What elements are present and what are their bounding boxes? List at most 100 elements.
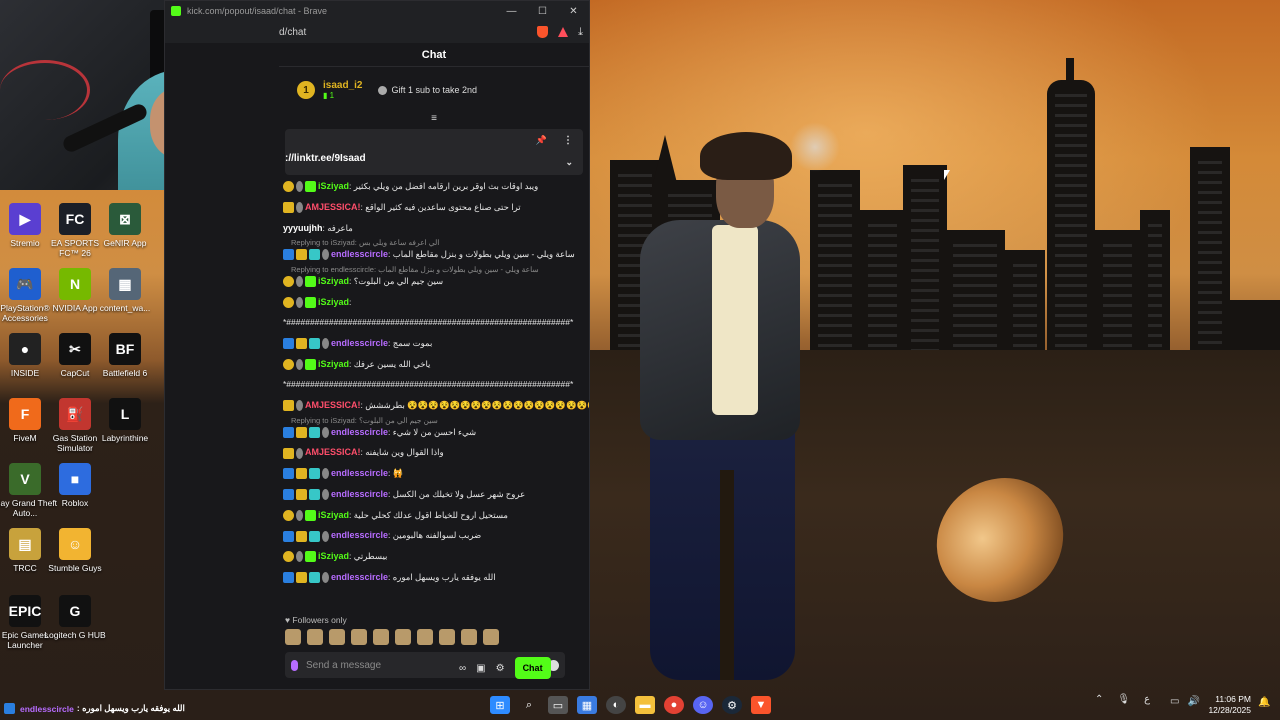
notification-icon[interactable]: 🔔 <box>1258 697 1270 708</box>
address-bar[interactable]: d/chat ⤓ <box>165 21 589 43</box>
search-icon[interactable]: ⌕ <box>519 696 539 714</box>
emote[interactable] <box>329 629 345 645</box>
chat-username[interactable]: yyyuujhh <box>283 223 323 233</box>
emote[interactable] <box>395 629 411 645</box>
chat-message[interactable]: endlesscircle: شيء احسن من لا شيء <box>283 427 589 438</box>
chat-message[interactable]: iSziyad: ياخي الله يسين عرفك <box>283 359 589 370</box>
gear-badge-icon <box>296 181 303 193</box>
file-explorer-icon[interactable]: ▬ <box>635 696 655 714</box>
chat-username[interactable]: endlesscircle <box>331 249 388 259</box>
chat-message[interactable]: endlesscircle: ضربب لسوالفنه هالبومين <box>283 530 589 542</box>
emote[interactable] <box>351 629 367 645</box>
chat-message[interactable]: endlesscircle: عروح شهر عسل ولا تخيلك من… <box>283 489 589 500</box>
infinity-icon[interactable]: ∞ <box>459 663 466 674</box>
microphone-tray-icon[interactable]: 🎙 <box>1117 694 1130 705</box>
chat-message[interactable]: endlesscircle: 🙀 <box>283 468 589 480</box>
chat-message[interactable]: yyyuujhh: ماعرفه <box>283 223 589 234</box>
network-volume-group[interactable]: ▭ 🔊 <box>1170 696 1200 707</box>
chat-message[interactable]: AMJESSICA!: بطرششش 😵😵😵😵😵😵😵😵😵😵😵😵😵😵😵😵😵😵 <box>283 400 589 411</box>
chat-username[interactable]: endlesscircle <box>331 530 388 540</box>
pinned-message[interactable]: 📌 ⋮ ://linktr.ee/9Isaad ⌄ <box>285 129 583 175</box>
send-chat-button[interactable]: Chat <box>514 657 551 679</box>
url-text[interactable]: d/chat <box>279 27 306 38</box>
volume-icon[interactable]: 🔊 <box>1187 696 1199 707</box>
chat-username[interactable]: endlesscircle <box>331 427 388 437</box>
chat-username[interactable]: iSziyad <box>318 510 349 520</box>
emote[interactable] <box>417 629 433 645</box>
desktop-icon[interactable]: ▦ content_wa... <box>91 268 159 313</box>
download-icon[interactable]: ⤓ <box>578 26 583 39</box>
store-icon[interactable]: ▣ <box>476 663 485 674</box>
leader-name[interactable]: isaad_i2 <box>323 80 362 91</box>
desktop-icon[interactable]: ⊠ GeNIR App <box>91 203 159 248</box>
chat-username[interactable]: iSziyad <box>318 276 349 286</box>
reply-context[interactable]: Replying to iSziyad: الي اعرفه ساعة ويلي… <box>291 238 589 247</box>
pin-icon[interactable]: 📌 <box>536 135 547 146</box>
app-icon: FC <box>59 203 91 235</box>
system-clock[interactable]: 11:06 PM 12/28/2025 <box>1205 694 1251 716</box>
chat-message[interactable]: endlesscircle: بموت سمج <box>283 338 589 349</box>
brave-icon[interactable]: ▼ <box>751 696 771 714</box>
chat-username[interactable]: iSziyad <box>318 551 349 561</box>
desktop-icon[interactable]: ■ Roblox <box>41 463 109 508</box>
chat-message[interactable]: endlesscircle: ساعة ويلي - سين ويلي بطول… <box>283 249 589 261</box>
browser-titlebar[interactable]: kick.com/popout/isaad/chat - Brave — ☐ ✕ <box>165 1 589 21</box>
chat-message[interactable]: iSziyad: <box>283 297 589 308</box>
emote[interactable] <box>461 629 477 645</box>
desktop-icon[interactable]: BF Battlefield 6 <box>91 333 159 378</box>
store-app-icon[interactable]: ▦ <box>577 696 597 714</box>
close-button[interactable]: ✕ <box>558 6 589 17</box>
chat-message[interactable]: iSziyad: ويبد اوقات بث اوقر برين ارقامه … <box>283 181 589 193</box>
emote[interactable] <box>285 629 301 645</box>
emote[interactable] <box>439 629 455 645</box>
message-placeholder[interactable]: Send a message <box>306 660 381 671</box>
chat-message[interactable]: iSziyad: بيسطرتي <box>283 551 589 563</box>
reply-context[interactable]: Replying to endlesscircle: ساعة ويلي - س… <box>291 265 589 274</box>
chat-message[interactable]: iSziyad: مستحيل اروح للخياط اقول عدلك كح… <box>283 510 589 521</box>
expand-leaderboard-icon[interactable]: ≡ <box>279 113 589 127</box>
brave-shields-icon[interactable] <box>537 26 549 38</box>
task-view-icon[interactable]: ▭ <box>548 696 568 714</box>
desktop-icon[interactable]: ☺ Stumble Guys <box>41 528 109 573</box>
chat-message[interactable]: AMJESSICA!: ترا حتى صناع محتوى ساعدين في… <box>283 202 589 213</box>
chat-message[interactable]: iSziyad: سين جيم الي من البلوت؟ <box>283 276 589 287</box>
settings-icon[interactable]: ⚙ <box>496 663 505 674</box>
app-icon[interactable]: ◐ <box>606 696 626 714</box>
chat-message[interactable]: *#######################################… <box>283 317 589 328</box>
chat-username[interactable]: AMJESSICA! <box>305 400 361 410</box>
chevron-down-icon[interactable]: ⌄ <box>565 157 573 168</box>
network-icon[interactable]: ▭ <box>1170 696 1179 707</box>
chat-username[interactable]: endlesscircle <box>331 468 388 478</box>
language-indicator[interactable]: ع <box>1144 694 1150 705</box>
chat-message[interactable]: AMJESSICA!: واذا القوال وين شايفنه <box>283 447 589 459</box>
emote[interactable] <box>373 629 389 645</box>
start-icon[interactable]: ⊞ <box>490 696 510 714</box>
emote[interactable] <box>483 629 499 645</box>
chat-username[interactable]: AMJESSICA! <box>305 202 361 212</box>
chat-username[interactable]: endlesscircle <box>331 489 388 499</box>
minimize-button[interactable]: — <box>496 6 527 17</box>
emote[interactable] <box>307 629 323 645</box>
maximize-button[interactable]: ☐ <box>527 6 558 17</box>
chrome-icon[interactable]: ● <box>664 696 684 714</box>
brave-rewards-icon[interactable] <box>558 27 569 37</box>
chat-username[interactable]: endlesscircle <box>331 572 388 582</box>
chat-username[interactable]: iSziyad <box>318 359 349 369</box>
steam-icon[interactable]: ⚙ <box>722 696 742 714</box>
chat-username[interactable]: AMJESSICA! <box>305 447 361 457</box>
pinned-text[interactable]: ://linktr.ee/9Isaad <box>285 153 366 164</box>
chevron-up-icon[interactable]: ⌃ <box>1095 694 1103 705</box>
more-options-icon[interactable]: ⋮ <box>563 135 573 146</box>
browser-window[interactable]: kick.com/popout/isaad/chat - Brave — ☐ ✕… <box>164 0 590 690</box>
chat-username[interactable]: iSziyad <box>318 181 349 191</box>
chat-username[interactable]: iSziyad <box>318 297 349 307</box>
discord-icon[interactable]: ☺ <box>693 696 713 714</box>
chat-username[interactable]: endlesscircle <box>331 338 388 348</box>
chat-message[interactable]: endlesscircle: الله يوفقه يارب ويسهل امو… <box>283 572 589 583</box>
desktop-icon[interactable]: L Labyrinthine <box>91 398 159 443</box>
microphone-icon[interactable] <box>291 659 298 671</box>
reply-context[interactable]: Replying to iSziyad: سين جيم الي من البل… <box>291 416 589 425</box>
building <box>1005 250 1045 360</box>
desktop-icon[interactable]: G Logitech G HUB <box>41 595 109 640</box>
chat-message[interactable]: *#######################################… <box>283 379 589 390</box>
